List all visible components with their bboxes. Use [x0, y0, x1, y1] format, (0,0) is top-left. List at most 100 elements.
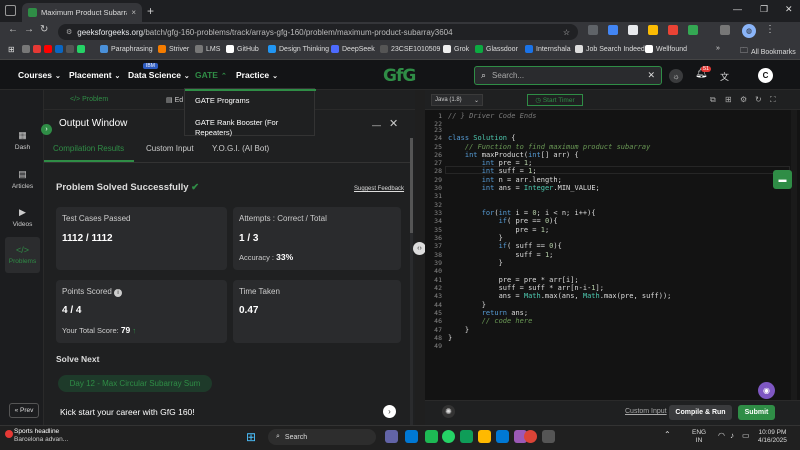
editor-scrollbar[interactable] — [791, 110, 797, 400]
taskbar-app-icon[interactable] — [478, 430, 491, 443]
language-select[interactable]: Java (1.8) ⌄ — [431, 94, 483, 106]
bookmark-item[interactable]: Paraphrasing — [100, 45, 153, 53]
taskbar-app-icon[interactable] — [385, 430, 398, 443]
close-tab-icon[interactable]: × — [131, 8, 136, 17]
taskbar-app-icon[interactable] — [496, 430, 509, 443]
info-icon[interactable]: i — [114, 289, 123, 297]
browser-tab[interactable]: Maximum Product Subarray | P × — [22, 3, 142, 22]
bookmarks-overflow-icon[interactable]: » — [716, 45, 720, 52]
apps-grid-icon[interactable]: ⊞ — [8, 45, 15, 54]
tab-custom-input[interactable]: Custom Input — [146, 144, 194, 153]
bookmark-star-icon[interactable]: ☆ — [563, 28, 570, 37]
site-search-box[interactable]: ⌕ Search... ✕ — [474, 66, 662, 85]
battery-icon[interactable]: ▭ — [742, 431, 750, 440]
minimize-output-icon[interactable]: — — [372, 120, 381, 130]
nav-gate[interactable]: GATE ⌃ — [195, 70, 227, 80]
site-info-icon[interactable]: ⚙ — [66, 28, 72, 36]
taskbar-app-icon[interactable] — [542, 430, 555, 443]
hint-bulb-icon[interactable]: ✺ — [442, 405, 455, 418]
news-widget[interactable]: Sports headline Barcelona advan... — [14, 428, 68, 444]
dropdown-item-gate-rank-booster[interactable]: GATE Rank Booster (For — [195, 118, 278, 128]
bookmark-icons-group[interactable] — [22, 45, 85, 53]
bookmark-item[interactable]: Design Thinking — [268, 45, 329, 53]
bookmark-item[interactable]: Job Search Indeed — [575, 45, 645, 53]
extension-icon[interactable] — [648, 25, 658, 35]
news-widget-icon[interactable] — [5, 430, 13, 438]
bookmark-item[interactable]: Grok — [443, 45, 469, 53]
forward-icon[interactable]: → — [24, 24, 34, 35]
user-avatar[interactable]: C — [758, 68, 773, 83]
extension-icon[interactable] — [588, 25, 598, 35]
nav-data-science[interactable]: Data Science ⌄ — [128, 70, 190, 80]
settings-icon[interactable]: ⚙ — [740, 95, 747, 104]
taskbar-app-icon[interactable] — [425, 430, 438, 443]
restore-window-button[interactable]: ❐ — [760, 4, 768, 15]
submit-button[interactable]: Submit — [738, 405, 775, 420]
nav-practice[interactable]: Practice ⌄ — [236, 70, 278, 80]
expand-panel-icon[interactable]: › — [41, 124, 52, 135]
extension-icon[interactable] — [628, 25, 638, 35]
start-timer-button[interactable]: ◷ Start Timer — [527, 94, 583, 106]
tab-editorial[interactable]: ▤ Ed — [166, 96, 183, 104]
chevron-right-icon[interactable]: › — [383, 405, 396, 418]
rail-videos[interactable]: ▶ Videos — [5, 199, 40, 235]
all-bookmarks-folder[interactable]: 🗀 All Bookmarks — [740, 45, 796, 59]
next-problem-button[interactable]: Day 12 - Max Circular Subarray Sum — [58, 375, 212, 392]
translate-icon[interactable]: 文 — [720, 70, 729, 83]
theme-toggle-icon[interactable]: ☼ — [669, 69, 683, 83]
nav-courses[interactable]: Courses ⌄ — [18, 70, 61, 80]
input-language[interactable]: ENG IN — [692, 429, 706, 445]
extensions-puzzle-icon[interactable] — [720, 25, 730, 35]
taskbar-app-icon[interactable] — [405, 430, 418, 443]
extension-icon[interactable] — [608, 25, 618, 35]
bookmark-item[interactable]: DeepSeek — [331, 45, 375, 53]
tray-chevron-icon[interactable]: ⌃ — [664, 430, 671, 439]
tab-actions-icon[interactable] — [5, 5, 16, 16]
reset-icon[interactable]: ↻ — [755, 95, 762, 104]
windows-start-icon[interactable]: ⊞ — [246, 430, 256, 444]
reload-icon[interactable]: ↻ — [40, 24, 48, 35]
assistant-bot-icon[interactable]: ◉ — [758, 382, 775, 399]
copy-icon[interactable]: ⧉ — [710, 95, 716, 105]
bookmark-item[interactable]: LMS — [195, 45, 220, 53]
minimize-window-button[interactable]: — — [733, 4, 742, 14]
bookmark-item[interactable]: Wellfound — [645, 45, 687, 53]
gfg-logo[interactable]: GfG — [383, 66, 416, 86]
clear-search-icon[interactable]: ✕ — [647, 70, 655, 81]
compile-run-button[interactable]: Compile & Run — [669, 405, 732, 420]
custom-input-link[interactable]: Custom Input — [625, 408, 667, 415]
suggest-feedback-link[interactable]: Suggest Feedback — [354, 186, 404, 192]
chat-icon[interactable]: ▬ — [773, 170, 792, 189]
extension-icon[interactable] — [688, 25, 698, 35]
bookmark-item[interactable]: 23CSE1010509 — [380, 45, 440, 53]
tab-problem[interactable]: </> Problem — [70, 96, 108, 103]
bookmark-item[interactable]: Internshala — [525, 45, 571, 53]
wifi-icon[interactable]: ◠ — [718, 431, 725, 440]
prev-button[interactable]: « Prev — [9, 403, 39, 418]
extension-icon[interactable] — [668, 25, 678, 35]
close-window-button[interactable]: ✕ — [785, 4, 793, 15]
chrome-taskbar-icon[interactable] — [524, 430, 537, 443]
search-input[interactable]: Search... — [492, 71, 641, 80]
taskbar-app-icon[interactable] — [442, 430, 455, 443]
back-icon[interactable]: ← — [8, 24, 18, 35]
fullscreen-icon[interactable]: ⛶ — [770, 95, 776, 105]
close-output-icon[interactable]: ✕ — [389, 117, 398, 130]
tab-compilation-results[interactable]: Compilation Results — [53, 144, 124, 153]
rail-problems[interactable]: </> Problems — [5, 237, 40, 273]
taskbar-search[interactable]: ⌕ Search — [268, 429, 376, 445]
new-tab-button[interactable]: + — [147, 4, 154, 18]
clock[interactable]: 10:09 PM 4/16/2025 — [758, 429, 787, 445]
bookmark-item[interactable]: Glassdoor — [475, 45, 518, 53]
tab-yogi-ai-bot[interactable]: Y.O.G.I. (AI Bot) — [212, 144, 269, 153]
volume-icon[interactable]: ♪ — [730, 431, 734, 440]
taskbar-app-icon[interactable] — [460, 430, 473, 443]
rail-articles[interactable]: ▤ Articles — [5, 161, 40, 197]
add-file-icon[interactable]: ⊞ — [725, 95, 732, 104]
bookmark-item[interactable]: Striver — [158, 45, 189, 53]
profile-avatar[interactable]: ◍ — [742, 24, 756, 38]
rail-dash[interactable]: ▦ Dash — [5, 122, 40, 158]
chrome-menu-icon[interactable]: ⋮ — [765, 24, 775, 35]
dropdown-item-gate-programs[interactable]: GATE Programs — [195, 96, 249, 106]
nav-placement[interactable]: Placement ⌄ — [69, 70, 120, 80]
